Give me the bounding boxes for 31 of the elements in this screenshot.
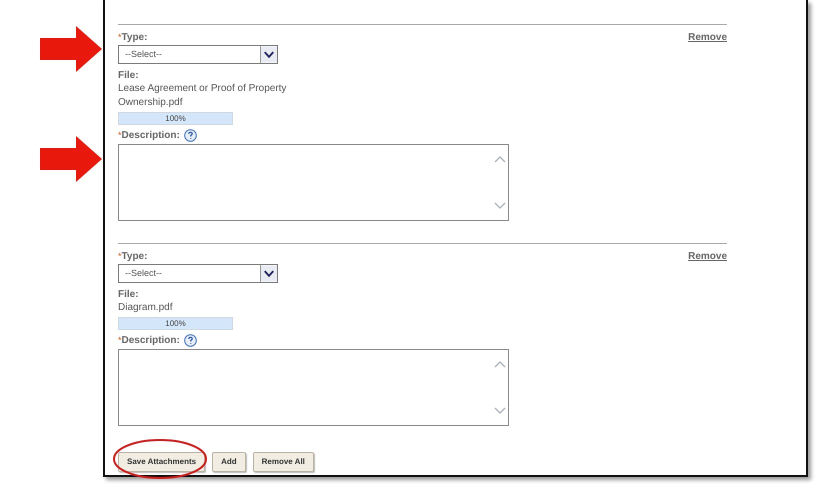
type-select[interactable]: --Select-- xyxy=(118,45,278,64)
type-label: Type: xyxy=(122,31,148,44)
help-icon[interactable] xyxy=(184,334,197,347)
description-label: Description: xyxy=(122,129,180,142)
file-label: File: xyxy=(118,288,140,301)
action-button[interactable]: Save Attachments xyxy=(118,452,206,472)
action-button[interactable]: Add xyxy=(212,452,246,472)
scroll-down-icon[interactable] xyxy=(494,407,506,415)
scroll-up-icon[interactable] xyxy=(494,155,506,163)
description-label: Description: xyxy=(122,334,180,347)
type-select[interactable]: --Select-- xyxy=(118,264,278,283)
action-button[interactable]: Remove All xyxy=(252,452,314,472)
file-name: Lease Agreement or Proof of Property Ownership.pdf xyxy=(118,82,288,110)
type-label: Type: xyxy=(122,250,148,263)
remove-link[interactable]: Remove xyxy=(688,31,727,44)
remove-link[interactable]: Remove xyxy=(688,250,727,263)
dropdown-arrow-icon[interactable] xyxy=(260,46,277,63)
file-label: File: xyxy=(118,69,140,82)
dropdown-arrow-icon[interactable] xyxy=(260,265,277,282)
required-mark: * xyxy=(118,31,122,42)
file-name: Diagram.pdf xyxy=(118,301,174,315)
description-field[interactable] xyxy=(118,144,509,221)
required-mark: * xyxy=(118,129,122,141)
scroll-up-icon[interactable] xyxy=(494,360,506,368)
progress-reading: 100% xyxy=(164,318,187,329)
required-mark: * xyxy=(118,334,122,346)
scroll-down-icon[interactable] xyxy=(494,202,506,210)
help-icon[interactable] xyxy=(184,129,197,142)
progress-reading: 100% xyxy=(164,113,187,124)
description-field[interactable] xyxy=(118,349,509,426)
required-mark: * xyxy=(118,250,122,261)
